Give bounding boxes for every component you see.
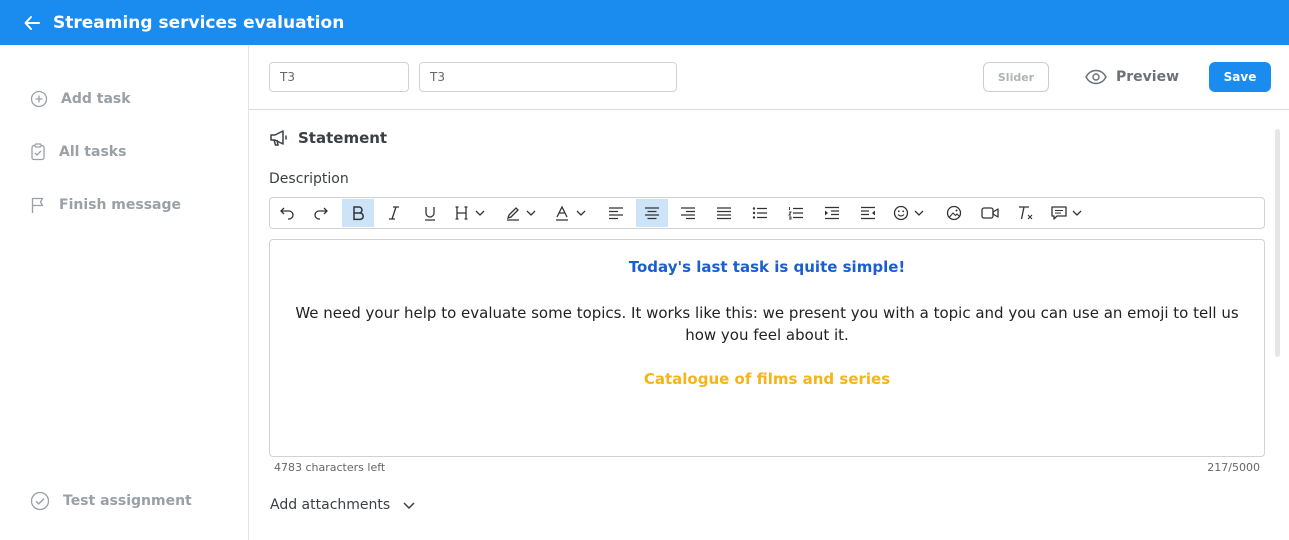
sidebar-item-label: Finish message xyxy=(59,197,182,213)
app-header: Streaming services evaluation xyxy=(0,0,1289,45)
italic-icon[interactable] xyxy=(380,199,408,227)
comment-dropdown-icon[interactable] xyxy=(1048,199,1088,227)
heading-dropdown-icon[interactable] xyxy=(452,199,492,227)
flag-icon xyxy=(31,197,44,213)
sidebar-item-label: All tasks xyxy=(59,144,127,160)
image-icon[interactable] xyxy=(940,199,968,227)
plus-circle-icon xyxy=(30,90,48,108)
clear-formatting-icon[interactable] xyxy=(1012,199,1040,227)
megaphone-icon xyxy=(270,130,287,146)
align-justify-icon[interactable] xyxy=(710,199,738,227)
save-button[interactable]: Save xyxy=(1209,62,1271,92)
character-count: 217/5000 xyxy=(1207,461,1260,474)
indent-icon[interactable] xyxy=(818,199,846,227)
main-panel: T3 T3 Slider Preview Save Statement Desc… xyxy=(249,45,1289,540)
add-attachments-label: Add attachments xyxy=(270,497,391,513)
align-center-icon[interactable] xyxy=(636,199,668,227)
editor-heading: Today's last task is quite simple! xyxy=(628,258,906,276)
video-icon[interactable] xyxy=(976,199,1004,227)
redo-icon[interactable] xyxy=(307,199,335,227)
task-name-field[interactable]: T3 xyxy=(419,62,677,92)
emoji-dropdown-icon[interactable] xyxy=(890,199,930,227)
statement-title: Statement xyxy=(298,129,388,147)
page-title: Streaming services evaluation xyxy=(53,12,345,33)
test-assignment-button[interactable]: Test assignment xyxy=(30,491,192,511)
statement-section-title: Statement xyxy=(269,129,387,147)
test-assignment-label: Test assignment xyxy=(63,493,192,509)
sidebar-item-all-tasks[interactable]: All tasks xyxy=(30,143,126,161)
editor-body-text: We need your help to evaluate some topic… xyxy=(295,304,1239,344)
bold-icon[interactable] xyxy=(342,199,374,227)
sidebar-item-finish-message[interactable]: Finish message xyxy=(30,196,181,214)
sidebar-item-add-task[interactable]: Add task xyxy=(30,90,131,108)
slider-button[interactable]: Slider xyxy=(983,62,1049,92)
align-right-icon[interactable] xyxy=(674,199,702,227)
outdent-icon[interactable] xyxy=(854,199,882,227)
highlight-dropdown-icon[interactable] xyxy=(502,199,542,227)
sidebar-item-label: Add task xyxy=(61,91,131,107)
underline-icon[interactable] xyxy=(416,199,444,227)
eye-icon xyxy=(1085,69,1107,85)
description-label: Description xyxy=(269,171,349,187)
editor-toolbar xyxy=(269,197,1265,229)
chevron-down-icon xyxy=(403,502,415,510)
preview-button[interactable]: Preview xyxy=(1085,62,1179,92)
back-arrow-icon[interactable] xyxy=(22,13,42,33)
description-editor[interactable]: Today's last task is quite simple! We ne… xyxy=(269,239,1265,457)
align-left-icon[interactable] xyxy=(602,199,630,227)
task-short-name-field[interactable]: T3 xyxy=(269,62,409,92)
sidebar: Add task All tasks Finish message Test a… xyxy=(0,45,249,540)
scrollbar[interactable] xyxy=(1275,129,1280,357)
numbered-list-icon[interactable] xyxy=(782,199,810,227)
text-color-dropdown-icon[interactable] xyxy=(552,199,592,227)
editor-catalogue-text: Catalogue of films and series xyxy=(643,370,891,388)
preview-label: Preview xyxy=(1116,69,1180,85)
header-divider xyxy=(249,109,1289,110)
undo-icon[interactable] xyxy=(273,199,301,227)
characters-left: 4783 characters left xyxy=(274,461,386,474)
clipboard-check-icon xyxy=(31,143,45,161)
add-attachments-toggle[interactable]: Add attachments xyxy=(270,497,416,513)
check-circle-icon xyxy=(30,491,50,511)
bullet-list-icon[interactable] xyxy=(746,199,774,227)
